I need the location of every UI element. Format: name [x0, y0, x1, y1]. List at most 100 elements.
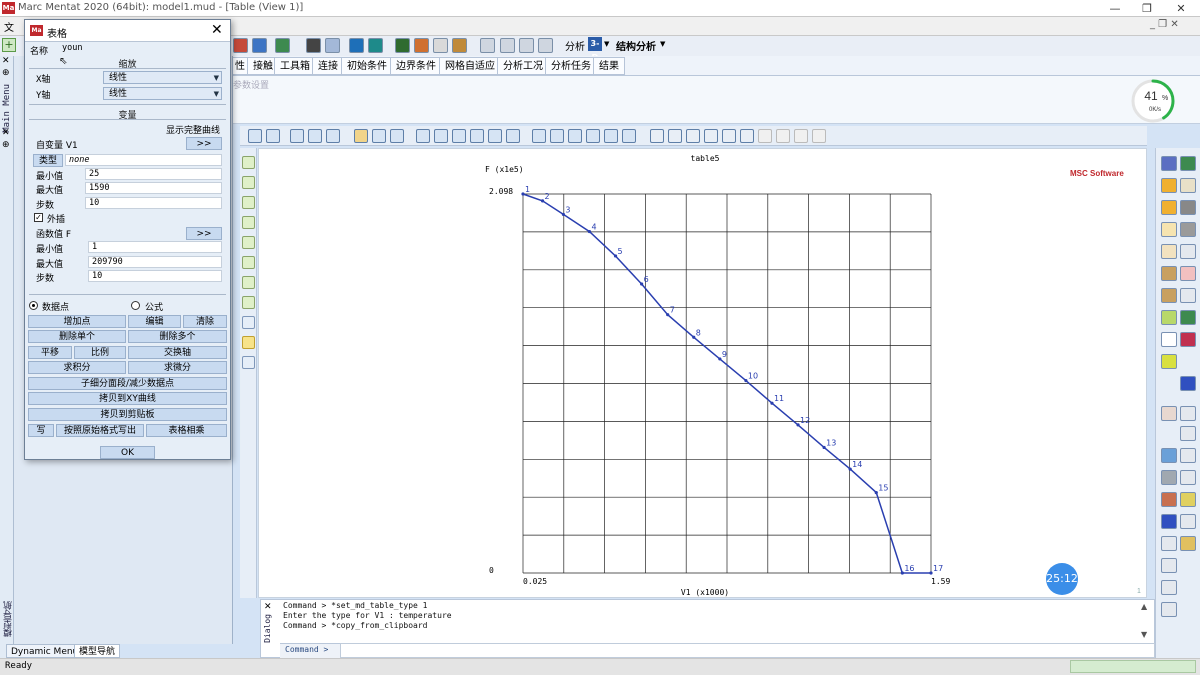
rotate-icon[interactable]	[372, 129, 386, 143]
independent-more-button[interactable]: >>	[186, 137, 222, 150]
show-full-curve-link[interactable]: 显示完整曲线	[166, 123, 220, 136]
close-window-button[interactable]: ✕	[1166, 0, 1196, 17]
select-surfaces-icon[interactable]	[242, 236, 255, 249]
select-curves-icon[interactable]	[242, 216, 255, 229]
add-icon[interactable]: +	[2, 38, 16, 52]
display-icon[interactable]	[306, 38, 321, 53]
max-field[interactable]: 1590	[85, 182, 222, 194]
select-solids-icon[interactable]	[242, 256, 255, 269]
palette-icon[interactable]	[1180, 536, 1196, 551]
plot-viewport[interactable]: 1 2 3 4 5 6 7 8 9 10 11 12 13 14 15 16 17 table5 F (x1e5…	[258, 148, 1147, 598]
doc2-icon[interactable]	[500, 38, 515, 53]
write-raw-button[interactable]: 按照原始格式写出	[56, 424, 144, 437]
palette-icon[interactable]	[1180, 178, 1196, 193]
palette-icon[interactable]	[1161, 448, 1177, 463]
timer-badge[interactable]: 25:12	[1046, 563, 1078, 595]
palette-icon[interactable]	[1180, 470, 1196, 485]
palette-icon[interactable]	[1161, 178, 1177, 193]
calculator-icon[interactable]	[414, 38, 429, 53]
structural-analysis-dropdown[interactable]: 结构分析	[616, 38, 656, 53]
tool-icon[interactable]	[233, 38, 248, 53]
mode-3d-button[interactable]: 3-D	[588, 37, 602, 62]
tab-toolbox[interactable]: 工具箱	[274, 57, 316, 75]
palette-icon[interactable]	[1180, 200, 1196, 215]
palette-icon[interactable]	[1161, 536, 1177, 551]
clear-button[interactable]: 清除	[183, 315, 227, 328]
select-points-icon[interactable]	[242, 196, 255, 209]
palette-icon[interactable]	[1161, 156, 1177, 171]
rotate-x-icon[interactable]	[532, 129, 546, 143]
tab-jobs[interactable]: 分析任务	[545, 57, 597, 75]
palette-icon[interactable]	[1180, 244, 1196, 259]
palette-icon[interactable]	[1161, 580, 1177, 595]
chart-bar-icon[interactable]	[538, 38, 553, 53]
palette-icon[interactable]	[1161, 602, 1177, 617]
pointer-icon[interactable]	[325, 38, 340, 53]
palette-icon[interactable]	[1161, 470, 1177, 485]
tab-initial-conditions[interactable]: 初始条件	[341, 57, 393, 75]
tab-links[interactable]: 连接	[312, 57, 344, 75]
dialog-close-button[interactable]: ✕	[211, 22, 223, 38]
differentiate-button[interactable]: 求微分	[128, 361, 227, 374]
dialog-titlebar[interactable]: Ma 表格 ✕	[25, 20, 230, 42]
extrapolate-checkbox[interactable]: ✓	[34, 213, 43, 222]
palette-icon[interactable]	[1180, 448, 1196, 463]
palette-icon[interactable]	[1180, 310, 1196, 325]
ok-button[interactable]: OK	[100, 446, 155, 459]
palette-icon[interactable]	[1161, 332, 1177, 347]
copy-to-xy-curve-button[interactable]: 拷贝到XY曲线	[28, 392, 227, 405]
select-nodes-icon[interactable]	[242, 156, 255, 169]
fmin-field[interactable]: 1	[88, 241, 222, 253]
type-field[interactable]: none	[65, 154, 222, 166]
tab-dynamic-menu[interactable]: Dynamic Menu	[6, 644, 84, 658]
view-cube-icon[interactable]	[668, 129, 682, 143]
palette-icon[interactable]	[1180, 492, 1196, 507]
eye-icon[interactable]	[248, 129, 262, 143]
rotate-y2-icon[interactable]	[586, 129, 600, 143]
steps-field[interactable]: 10	[85, 197, 222, 209]
close-icon[interactable]: ✕	[2, 128, 10, 138]
swap-axes-button[interactable]: 交换轴	[128, 346, 227, 359]
minimize-button[interactable]: —	[1100, 0, 1130, 17]
palette-icon[interactable]	[1161, 310, 1177, 325]
grid-icon[interactable]	[395, 38, 410, 53]
select-faces-icon[interactable]	[242, 296, 255, 309]
view-cube-icon[interactable]	[650, 129, 664, 143]
mdi-controls-icon[interactable]: _ ❐ ✕	[1150, 19, 1179, 30]
plot-icon[interactable]	[433, 38, 448, 53]
rotate-z-icon[interactable]	[604, 129, 618, 143]
lightning-icon[interactable]	[242, 336, 255, 349]
palette-icon[interactable]	[1161, 288, 1177, 303]
view-fill-icon[interactable]	[368, 38, 383, 53]
type-button[interactable]: 类型	[33, 154, 63, 167]
pin-icon[interactable]: ⊕	[2, 140, 10, 150]
palette-icon[interactable]	[1180, 514, 1196, 529]
radio-formula[interactable]	[131, 301, 140, 310]
select-list-icon[interactable]	[242, 316, 255, 329]
view-refresh-icon[interactable]	[349, 38, 364, 53]
scroll-up-icon[interactable]: ▲	[1141, 602, 1147, 611]
scroll-down-icon[interactable]: ▼	[1141, 630, 1147, 639]
tab-boundary-conditions[interactable]: 边界条件	[390, 57, 442, 75]
mesh-green-icon[interactable]	[1180, 156, 1196, 171]
view-cube-icon[interactable]	[704, 129, 718, 143]
settings-icon[interactable]	[452, 38, 467, 53]
palette-icon[interactable]	[1161, 354, 1177, 369]
palette-icon[interactable]	[1180, 406, 1196, 421]
command-input[interactable]	[340, 643, 1155, 658]
fmax-field[interactable]: 209790	[88, 256, 222, 268]
translate-right-icon[interactable]	[434, 129, 448, 143]
translate-up-icon[interactable]	[452, 129, 466, 143]
rotate-z2-icon[interactable]	[622, 129, 636, 143]
doc-icon[interactable]	[480, 38, 495, 53]
palette-icon[interactable]	[1161, 200, 1177, 215]
palette-icon[interactable]	[1161, 266, 1177, 281]
diagonal2-icon[interactable]	[506, 129, 520, 143]
zoom-box-icon[interactable]	[290, 129, 304, 143]
scale-button[interactable]: 比例	[74, 346, 126, 359]
doc3-icon[interactable]	[519, 38, 534, 53]
palette-icon[interactable]	[1180, 426, 1196, 441]
main-menu-label[interactable]: Main Menu	[2, 84, 12, 133]
palette-icon[interactable]	[1180, 288, 1196, 303]
zoom-out-icon[interactable]	[326, 129, 340, 143]
